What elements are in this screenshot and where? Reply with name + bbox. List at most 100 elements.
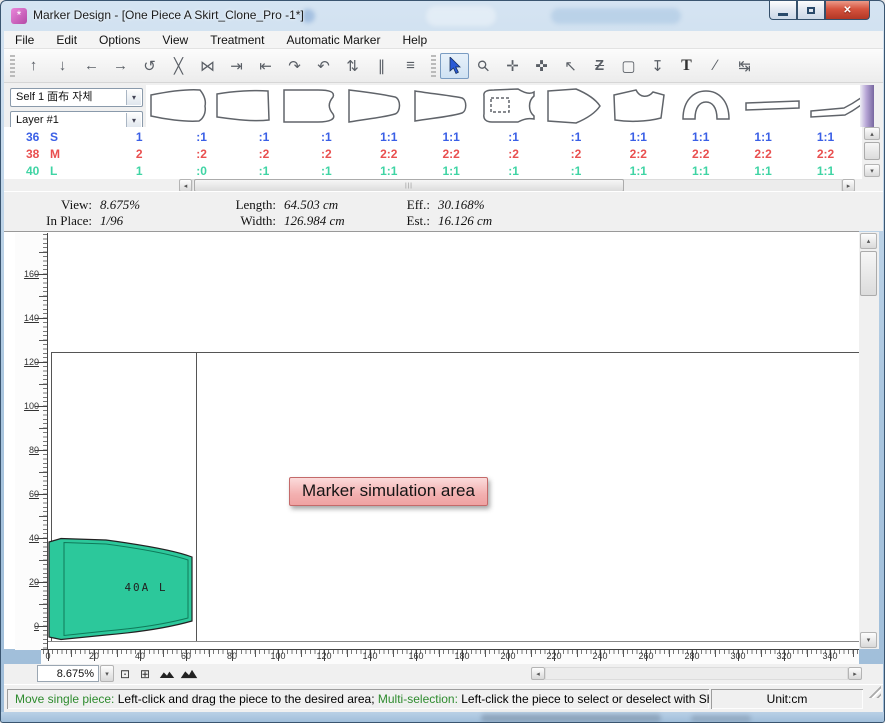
fit-window-button[interactable]: ⊞: [136, 665, 154, 682]
scroll-left-arrow[interactable]: ◂: [531, 667, 545, 680]
menu-help[interactable]: Help: [391, 31, 438, 48]
rotate-piece-button[interactable]: Z: [585, 53, 614, 79]
move-left-button[interactable]: ←: [77, 53, 106, 79]
toolbar-grip[interactable]: [431, 55, 436, 77]
size-row-36[interactable]: 36 S 1 :1 :1 :1 1:1 1:1 :1 :1 1:1 1:1 1:…: [4, 128, 859, 145]
compress-pieces-button[interactable]: ✜: [527, 53, 556, 79]
qty-cell[interactable]: :1: [170, 130, 232, 144]
piece-thumbnail-3[interactable]: [278, 85, 344, 127]
menu-automatic-marker[interactable]: Automatic Marker: [275, 31, 391, 48]
qty-cell[interactable]: 2:2: [607, 147, 669, 161]
menu-options[interactable]: Options: [88, 31, 151, 48]
scroll-right-arrow[interactable]: ▸: [848, 667, 862, 680]
zoom-level-input[interactable]: 8.675%: [37, 665, 99, 682]
slide-right-button[interactable]: ⇥: [222, 53, 251, 79]
piece-thumbnail-5[interactable]: [410, 85, 476, 127]
piece-thumbnail-4[interactable]: [344, 85, 410, 127]
move-down-button[interactable]: ↓: [48, 53, 77, 79]
qty-cell[interactable]: :0: [170, 164, 232, 178]
qty-cell[interactable]: 1:1: [732, 130, 794, 144]
qty-cell[interactable]: :2: [170, 147, 232, 161]
table-vertical-scrollbar[interactable]: ▴ ▾: [864, 127, 880, 177]
move-right-button[interactable]: →: [106, 53, 135, 79]
qty-cell[interactable]: 1:1: [794, 130, 856, 144]
qty-cell[interactable]: 2:2: [670, 147, 732, 161]
piece-thumbnail-8[interactable]: [608, 85, 674, 127]
qty-cell[interactable]: :1: [482, 164, 544, 178]
qty-cell[interactable]: 1:1: [732, 164, 794, 178]
qty-cell[interactable]: 1:1: [607, 130, 669, 144]
piece-thumbnail-7[interactable]: [542, 85, 608, 127]
qty-cell[interactable]: 2:2: [732, 147, 794, 161]
qty-cell[interactable]: 1:1: [670, 130, 732, 144]
qty-cell[interactable]: 1:1: [358, 130, 420, 144]
qty-cell[interactable]: :1: [295, 130, 357, 144]
piece-thumbnail-11[interactable]: [806, 85, 860, 127]
menu-view[interactable]: View: [151, 31, 199, 48]
rotate-180-button[interactable]: ↺: [135, 53, 164, 79]
expand-pieces-button[interactable]: ✛: [498, 53, 527, 79]
canvas-vertical-scrollbar[interactable]: ▴ ▾: [859, 232, 879, 649]
fabric-selector[interactable]: Self 1 面布 자체 ▾: [10, 88, 143, 107]
minimize-button[interactable]: [769, 1, 797, 20]
menu-edit[interactable]: Edit: [45, 31, 88, 48]
scrollbar-thumb[interactable]: [864, 142, 880, 160]
scrollbar-thumb[interactable]: [860, 251, 877, 296]
preview-small-button[interactable]: [158, 665, 176, 682]
qty-cell[interactable]: 1:1: [420, 164, 482, 178]
scroll-up-arrow[interactable]: ▴: [860, 233, 877, 249]
piece-thumbnail-2[interactable]: [212, 85, 278, 127]
align-pieces-button[interactable]: ∥: [367, 53, 396, 79]
fit-marker-button[interactable]: ⊡: [116, 665, 134, 682]
zoom-dropdown-button[interactable]: ▾: [100, 665, 114, 682]
marquee-tool-button[interactable]: ▢: [614, 53, 643, 79]
select-tool-button[interactable]: [440, 53, 469, 79]
size-row-38[interactable]: 38 M 2 :2 :2 :2 2:2 2:2 :2 :2 2:2 2:2 2:…: [4, 145, 859, 162]
qty-cell[interactable]: :2: [482, 147, 544, 161]
options-lines-button[interactable]: ≡: [396, 53, 425, 79]
rotate-step-ccw-button[interactable]: ↶: [309, 53, 338, 79]
qty-cell[interactable]: :1: [233, 130, 295, 144]
resize-grip[interactable]: [869, 686, 881, 698]
zoom-tool-button[interactable]: ⚲: [469, 53, 498, 79]
qty-cell[interactable]: 1: [108, 164, 170, 178]
toolbar-grip[interactable]: [10, 55, 15, 77]
flip-vertical-button[interactable]: ╳: [164, 53, 193, 79]
qty-cell[interactable]: :2: [545, 147, 607, 161]
piece-thumbnail-9[interactable]: [674, 85, 740, 127]
pick-cursor-button[interactable]: ↖: [556, 53, 585, 79]
qty-cell[interactable]: :2: [295, 147, 357, 161]
measure-tool-button[interactable]: ∕: [701, 53, 730, 79]
scroll-down-arrow[interactable]: ▾: [860, 632, 877, 648]
qty-cell[interactable]: 2:2: [794, 147, 856, 161]
scroll-up-arrow[interactable]: ▴: [864, 127, 880, 140]
piece-thumbnail-10[interactable]: [740, 85, 806, 127]
preview-large-button[interactable]: [180, 665, 198, 682]
rotate-step-cw-button[interactable]: ↷: [280, 53, 309, 79]
size-row-40[interactable]: 40 L 1 :0 :1 :1 1:1 1:1 :1 :1 1:1 1:1 1:…: [4, 162, 859, 179]
close-button[interactable]: ✕: [825, 1, 870, 20]
text-tool-button[interactable]: T: [672, 53, 701, 79]
drop-align-button[interactable]: ↧: [643, 53, 672, 79]
piece-thumbnail-1[interactable]: [146, 85, 212, 127]
qty-cell[interactable]: 2:2: [420, 147, 482, 161]
qty-cell[interactable]: 1: [108, 130, 170, 144]
menu-file[interactable]: File: [4, 31, 45, 48]
piece-thumbnail-6[interactable]: [476, 85, 542, 127]
qty-cell[interactable]: 2: [108, 147, 170, 161]
qty-cell[interactable]: :1: [482, 130, 544, 144]
restore-button[interactable]: [797, 1, 825, 20]
move-up-button[interactable]: ↑: [19, 53, 48, 79]
slide-left-button[interactable]: ⇤: [251, 53, 280, 79]
qty-cell[interactable]: :2: [233, 147, 295, 161]
qty-cell[interactable]: 1:1: [358, 164, 420, 178]
overlap-vertical-button[interactable]: ⇅: [338, 53, 367, 79]
qty-cell[interactable]: 1:1: [420, 130, 482, 144]
qty-cell[interactable]: :1: [545, 130, 607, 144]
canvas-horizontal-scrollbar[interactable]: [545, 667, 848, 680]
qty-cell[interactable]: 1:1: [794, 164, 856, 178]
flip-horizontal-button[interactable]: ⋈: [193, 53, 222, 79]
qty-cell[interactable]: 2:2: [358, 147, 420, 161]
qty-cell[interactable]: :1: [295, 164, 357, 178]
qty-cell[interactable]: 1:1: [670, 164, 732, 178]
